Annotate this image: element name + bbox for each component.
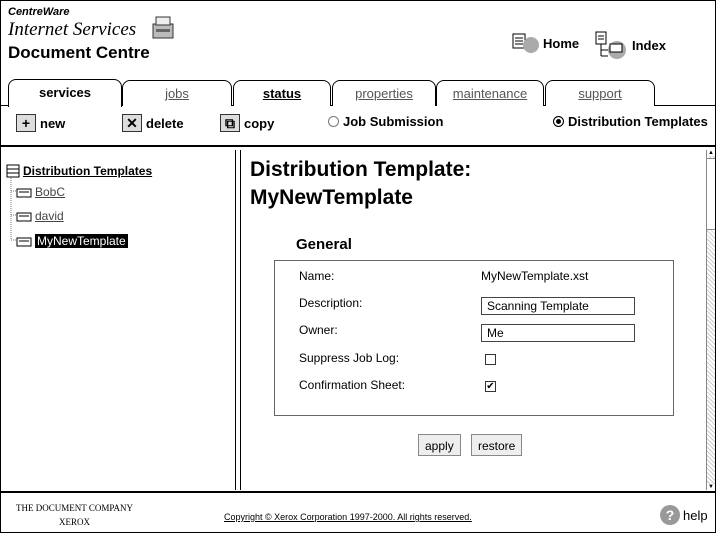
tree-item-label: BobC xyxy=(35,185,66,199)
general-panel: Name: MyNewTemplate.xst Description: Sca… xyxy=(274,260,674,416)
scroll-up-arrow-icon[interactable]: ▲ xyxy=(707,150,715,156)
new-button[interactable]: + new xyxy=(16,114,65,132)
owner-field[interactable]: Me xyxy=(481,324,635,342)
nav-home-link[interactable]: Home xyxy=(511,30,579,56)
toolbar-separator xyxy=(0,145,716,147)
footer-separator xyxy=(0,491,716,493)
index-icon xyxy=(595,31,626,59)
xerox-logo: THE DOCUMENT COMPANY XEROX xyxy=(16,501,133,529)
tab-services[interactable]: services xyxy=(8,79,122,107)
delete-button[interactable]: ✕ delete xyxy=(122,114,184,132)
template-detail-pane: Distribution Template: MyNewTemplate Gen… xyxy=(240,150,704,490)
brand-internet-services: Internet Services xyxy=(8,19,137,40)
tab-properties[interactable]: properties xyxy=(332,80,436,106)
company-line2: XEROX xyxy=(59,517,90,527)
distribution-templates-label: Distribution Templates xyxy=(568,114,708,129)
tree-item-label: MyNewTemplate xyxy=(35,234,128,248)
index-label: Index xyxy=(632,37,666,53)
plus-icon: + xyxy=(16,114,36,132)
tree-item-label: david xyxy=(35,209,64,223)
description-label: Description: xyxy=(299,296,363,310)
copyright-link[interactable]: Copyright © Xerox Corporation 1997-2000.… xyxy=(224,512,472,522)
home-label: Home xyxy=(543,35,580,51)
new-label: new xyxy=(40,115,66,131)
tab-jobs[interactable]: jobs xyxy=(122,80,232,106)
content-scrollbar[interactable]: ▲ ▼ xyxy=(706,150,715,490)
tab-status[interactable]: status xyxy=(233,80,331,106)
page-title-line1: Distribution Template: xyxy=(250,158,472,181)
toolbar: + new ✕ delete ⧉ copy Job Submission Dis… xyxy=(0,114,714,136)
tree-item-bobc[interactable]: BobC xyxy=(16,185,65,199)
suppress-job-log-checkbox[interactable] xyxy=(485,354,496,365)
copy-icon: ⧉ xyxy=(220,114,240,132)
apply-button[interactable]: apply xyxy=(418,434,461,456)
owner-label: Owner: xyxy=(299,323,338,337)
tab-maintenance[interactable]: maintenance xyxy=(436,80,544,106)
confirmation-sheet-label: Confirmation Sheet: xyxy=(299,378,406,392)
delete-label: delete xyxy=(146,115,184,131)
brand-centreware: CentreWare xyxy=(8,6,70,18)
tree-root-distribution-templates[interactable]: Distribution Templates xyxy=(6,164,152,178)
section-general-heading: General xyxy=(296,236,352,253)
job-submission-label: Job Submission xyxy=(343,114,444,129)
page-title-line2: MyNewTemplate xyxy=(250,186,413,209)
tree-root-label: Distribution Templates xyxy=(23,164,153,178)
tree-item-david[interactable]: david xyxy=(16,209,64,223)
confirmation-sheet-checkbox[interactable]: ✔ xyxy=(485,381,496,392)
description-field[interactable]: Scanning Template xyxy=(481,297,635,315)
scroll-down-arrow-icon[interactable]: ▼ xyxy=(707,484,715,490)
cabinet-icon xyxy=(6,164,20,178)
copy-label: copy xyxy=(244,115,275,131)
page-title: Distribution Template: MyNewTemplate xyxy=(250,156,471,212)
company-line1: THE DOCUMENT COMPANY xyxy=(16,503,134,513)
tab-support[interactable]: support xyxy=(545,80,655,106)
scroll-thumb[interactable] xyxy=(707,158,715,230)
delete-x-icon: ✕ xyxy=(122,114,142,132)
brand-document-centre: Document Centre xyxy=(8,43,150,62)
folder-icon xyxy=(16,188,32,197)
help-label: help xyxy=(683,507,708,523)
copy-button[interactable]: ⧉ copy xyxy=(220,114,274,132)
suppress-job-log-label: Suppress Job Log: xyxy=(299,351,400,365)
name-value: MyNewTemplate.xst xyxy=(481,269,589,283)
printer-logo-icon xyxy=(152,16,174,39)
help-question-icon: ? xyxy=(660,505,680,525)
nav-index-link[interactable]: Index xyxy=(594,30,666,60)
help-button[interactable]: ? help xyxy=(660,505,708,525)
folder-icon xyxy=(16,237,32,246)
restore-button[interactable]: restore xyxy=(471,434,523,456)
distribution-templates-radio[interactable]: Distribution Templates xyxy=(553,114,708,129)
job-submission-radio[interactable]: Job Submission xyxy=(328,114,443,129)
name-label: Name: xyxy=(299,269,335,283)
tree-item-mynewtemplate[interactable]: MyNewTemplate xyxy=(16,234,128,248)
radio-on-icon xyxy=(553,116,564,127)
home-icon xyxy=(512,33,539,53)
radio-off-icon xyxy=(328,116,339,127)
template-tree: Distribution Templates BobC david MyNewT… xyxy=(0,150,236,489)
folder-icon xyxy=(16,212,32,221)
